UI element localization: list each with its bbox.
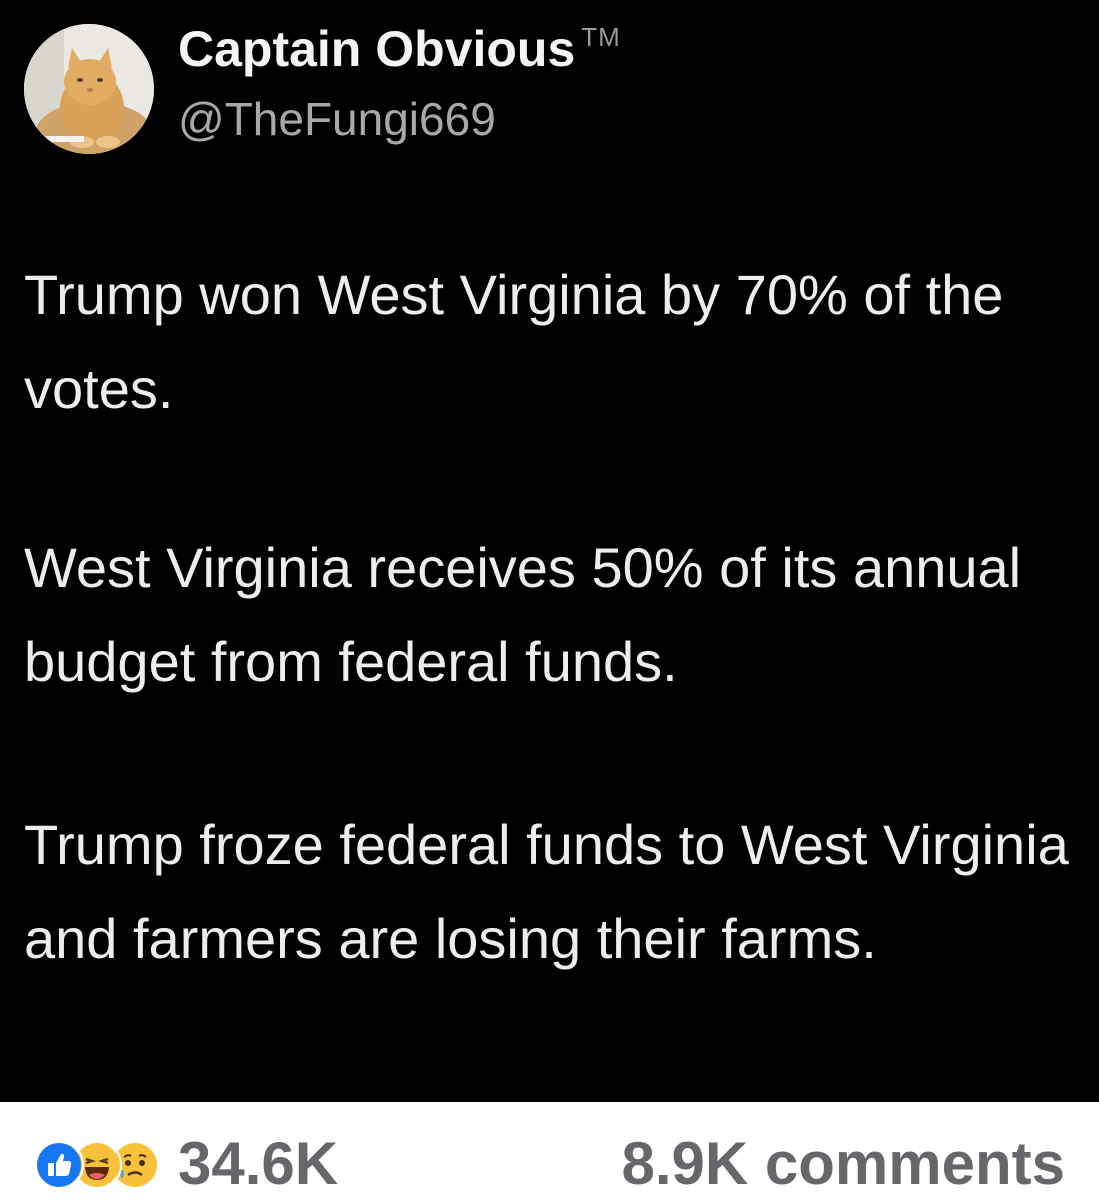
post-image[interactable]: Captain Obvious TM @TheFungi669 Trump won…: [0, 0, 1099, 1102]
cat-avatar-icon: [24, 24, 154, 154]
post-paragraph: Trump froze federal funds to West Virgin…: [24, 813, 1069, 970]
author-handle[interactable]: @TheFungi669: [178, 92, 496, 146]
author-name-line[interactable]: Captain Obvious TM: [178, 20, 621, 78]
comments-link[interactable]: 8.9K comments: [622, 1129, 1066, 1198]
post-paragraph: Trump won West Virginia by 70% of the vo…: [24, 263, 1004, 420]
author-name[interactable]: Captain Obvious: [178, 21, 575, 77]
reaction-count[interactable]: 34.6K: [178, 1129, 338, 1198]
like-icon: [34, 1140, 84, 1190]
trademark-label: TM: [581, 22, 621, 52]
reactions-summary[interactable]: [34, 1140, 166, 1190]
post-paragraph: West Virginia receives 50% of its annual…: [24, 536, 1022, 693]
